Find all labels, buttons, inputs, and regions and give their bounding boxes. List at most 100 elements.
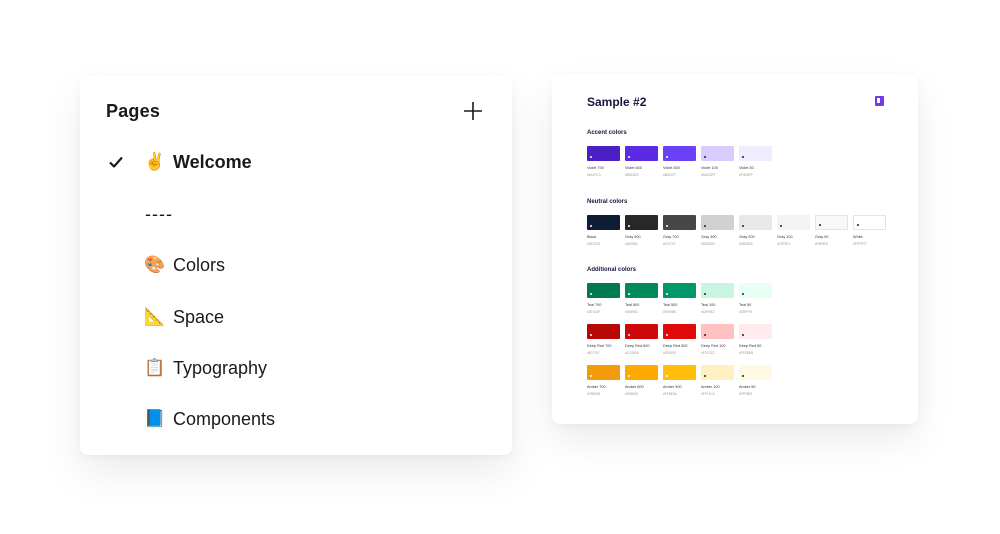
color-swatch[interactable]: Deep Red 100 #FFC2C2 [701,324,735,355]
color-swatch[interactable]: Teal 100 #C8F5E2 [701,283,735,314]
swatch-dot-icon [628,225,630,227]
page-item-label: Colors [173,255,226,275]
color-swatch[interactable]: Teal 700 #007A4F [587,283,621,314]
color-swatch[interactable]: Violet 100 #DACBFF [701,146,735,177]
color-swatch[interactable]: Violet 600 #5B2AE3 [625,146,659,177]
color-swatch[interactable]: Amber 500 #FFBE0A [663,365,697,396]
color-chip [625,324,658,339]
swatch-dot-icon [704,225,706,227]
color-chip [739,146,772,161]
add-page-button[interactable] [463,101,483,121]
color-swatch[interactable]: Gray 300 #D0D0D0 [701,215,735,246]
color-swatch[interactable]: Gray 100 #F3F3F3 [777,215,811,246]
swatch-hex: #FFF8E2 [739,392,753,396]
color-swatch[interactable]: Gray 200 #E8E8E8 [739,215,773,246]
color-chip [701,146,734,161]
swatch-hex: #474747 [663,242,676,246]
color-chip [587,324,620,339]
swatch-dot-icon [628,375,630,377]
color-swatch[interactable]: Teal 600 #00895C [625,283,659,314]
swatch-name: Violet 100 [701,166,718,170]
page-item-space[interactable]: 📐 Space [80,297,512,337]
color-swatch[interactable]: Teal 500 #00996B [663,283,697,314]
swatch-hex: #4A1FC3 [587,173,601,177]
swatch-name: Deep Red 700 [587,344,612,348]
section-title: Neutral colors [587,199,628,205]
page-item-divider[interactable]: ---- [80,194,512,234]
swatch-name: Gray 50 [815,235,829,239]
swatch-name: Violet 500 [663,166,680,170]
page-item-components[interactable]: 📘 Components [80,399,512,439]
color-swatch[interactable]: Gray 50 #F8F8F8 [815,215,849,246]
swatch-name: Amber 700 [587,385,606,389]
color-chip [625,283,658,298]
swatch-name: Deep Red 50 [739,344,762,348]
color-chip [739,365,772,380]
swatch-name: Teal 100 [701,303,716,307]
swatch-hex: #F0EBFF [739,173,753,177]
color-swatch[interactable]: Deep Red 600 #CC0808 [625,324,659,355]
color-chip [663,146,696,161]
triangular-ruler-emoji-icon: 📐 [144,307,166,326]
swatch-name: Gray 900 [625,235,641,239]
swatch-hex: #5B2AE3 [625,173,639,177]
color-swatch[interactable]: Violet 700 #4A1FC3 [587,146,621,177]
color-swatch[interactable]: Deep Red 500 #E00909 [663,324,697,355]
page-item-label: ---- [145,204,173,224]
swatch-dot-icon [742,156,744,158]
swatch-name: Violet 600 [625,166,642,170]
color-swatch[interactable]: Amber 600 #FAB000 [625,365,659,396]
swatch-dot-icon [590,156,592,158]
color-swatch[interactable]: Amber 700 #F59E0B [587,365,621,396]
color-chip [701,215,734,230]
color-swatch[interactable]: Deep Red 50 #FFEBEB [739,324,773,355]
swatch-dot-icon [704,375,706,377]
color-swatch[interactable]: Amber 50 #FFF8E2 [739,365,773,396]
page-item-label: Typography [173,358,268,378]
color-swatch[interactable]: White #FFFFFF [853,215,887,246]
swatch-hex: #E8E8E8 [739,242,753,246]
checkmark-icon [109,156,123,168]
color-chip [701,324,734,339]
color-swatch[interactable]: Violet 50 #F0EBFF [739,146,773,177]
color-swatch[interactable]: Deep Red 700 #B70707 [587,324,621,355]
page-item-colors[interactable]: 🎨 Colors [80,245,512,285]
color-chip [625,365,658,380]
swatch-hex: #FFF1C2 [701,392,715,396]
color-chip [663,215,696,230]
swatch-name: Amber 100 [701,385,720,389]
color-chip [701,365,734,380]
swatch-hex: #F8F8F8 [815,242,828,246]
plus-icon [464,102,482,120]
swatch-hex: #DACBFF [701,173,716,177]
swatch-hex: #B70707 [587,351,600,355]
swatch-dot-icon [666,375,668,377]
color-swatch[interactable]: Violet 500 #6B41F7 [663,146,697,177]
color-swatch[interactable]: Gray 900 #282828 [625,215,659,246]
swatch-dot-icon [704,334,706,336]
swatch-name: Gray 100 [777,235,793,239]
color-swatch[interactable]: Amber 100 #FFF1C2 [701,365,735,396]
swatch-dot-icon [857,224,859,226]
clipboard-emoji-icon: 📋 [144,358,166,377]
swatch-name: Gray 300 [701,235,717,239]
section-title: Additional colors [587,267,637,273]
swatch-dot-icon [742,334,744,336]
swatch-dot-icon [666,156,668,158]
swatch-dot-icon [742,293,744,295]
swatch-hex: #007A4F [587,310,600,314]
page-item-welcome[interactable]: ✌️ Welcome [80,142,512,182]
color-swatch[interactable]: Black #0E1D33 [587,215,621,246]
victory-hand-emoji-icon: ✌️ [144,152,166,171]
page-item-typography[interactable]: 📋 Typography [80,348,512,388]
color-chip [777,215,810,230]
color-swatch[interactable]: Teal 50 #E8FFF4 [739,283,773,314]
color-swatch[interactable]: Gray 700 #474747 [663,215,697,246]
swatch-name: Deep Red 500 [663,344,688,348]
brand-logo-icon [875,96,884,106]
swatch-hex: #FFC2C2 [701,351,715,355]
swatch-dot-icon [590,334,592,336]
palette-emoji-icon: 🎨 [144,255,166,274]
swatch-dot-icon [666,334,668,336]
swatch-dot-icon [780,225,782,227]
